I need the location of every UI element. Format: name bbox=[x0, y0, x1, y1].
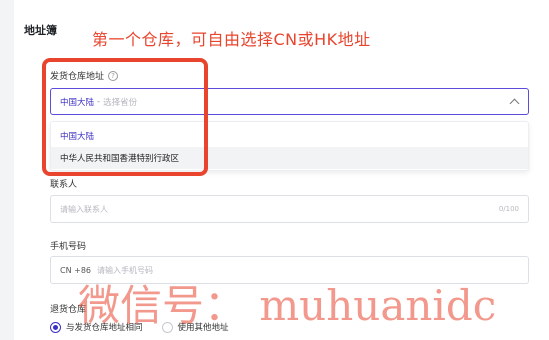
contact-placeholder: 请输入联系人 bbox=[60, 204, 108, 214]
radio-same-address[interactable] bbox=[50, 321, 61, 333]
phone-label: 手机号码 bbox=[50, 239, 86, 252]
contact-label: 联系人 bbox=[50, 177, 77, 190]
page-title: 地址簿 bbox=[24, 24, 57, 37]
chevron-up-icon[interactable] bbox=[509, 98, 520, 109]
contact-counter: 0/100 bbox=[498, 205, 519, 213]
highlight-box bbox=[42, 58, 208, 176]
watermark-text: 微信号： muhuanidc bbox=[78, 281, 497, 330]
phone-label-text: 手机号码 bbox=[50, 242, 87, 252]
contact-input[interactable]: 请输入联系人 0/100 bbox=[50, 195, 529, 223]
annotation-text: 第一个仓库，可自由选择CN或HK地址 bbox=[92, 30, 371, 49]
contact-label-text: 联系人 bbox=[50, 180, 78, 190]
